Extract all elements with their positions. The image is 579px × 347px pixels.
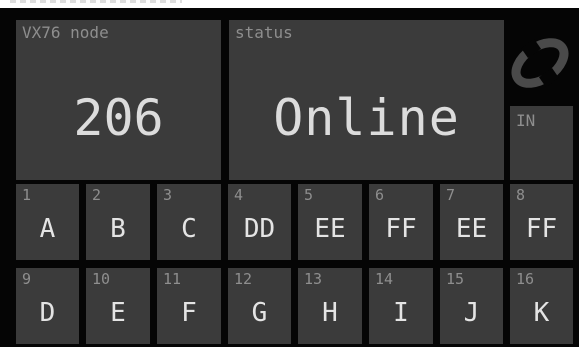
key-label: B [110,214,126,244]
key-label: K [533,298,550,328]
key-label: J [463,298,480,328]
key-number: 7 [446,186,456,204]
key-label: E [110,298,126,328]
indicator-tile: IN [510,106,573,180]
key-label: I [393,298,409,328]
status-value: Online [273,89,460,147]
key-button-1[interactable]: 1A [16,184,79,260]
status-tile: status Online [229,20,504,180]
key-number: 3 [163,186,173,204]
key-number: 12 [234,270,253,288]
key-button-12[interactable]: 12 G [228,268,291,344]
key-label: C [181,214,197,244]
indicator-caption: IN [516,111,536,130]
key-label: EE [314,214,346,244]
key-button-10[interactable]: 10 E [86,268,150,344]
key-label: FF [385,214,417,244]
key-label: A [39,214,56,244]
key-number: 9 [22,270,32,288]
key-button-13[interactable]: 13 H [298,268,362,344]
brand-swirl-icon [511,38,569,88]
top-strip [0,0,579,8]
key-button-8[interactable]: 8 FF [510,184,573,260]
key-button-14[interactable]: 14 I [369,268,433,344]
key-number: 2 [92,186,102,204]
key-button-7[interactable]: 7 EE [440,184,503,260]
key-number: 8 [516,186,526,204]
status-caption: status [235,23,293,42]
key-number: 15 [446,270,465,288]
key-label: DD [243,214,276,244]
node-value: 206 [73,89,164,147]
key-number: 1 [22,186,32,204]
control-panel: VX76 node 206 status Online IN 1 A 2 B 3 C 4 DD… [0,8,579,347]
key-button-16[interactable]: 16 K [510,268,573,344]
node-caption: VX76 node [22,23,109,42]
key-label: F [181,298,197,328]
cropped-header-remnant [10,0,182,3]
key-button-5[interactable]: 5 EE [298,184,362,260]
key-label: FF [525,214,558,244]
key-label: D [39,298,56,328]
key-number: 16 [516,270,535,288]
key-number: 14 [375,270,394,288]
key-number: 10 [92,270,111,288]
key-button-2[interactable]: 2B [86,184,150,260]
key-button-6[interactable]: 6 FF [369,184,433,260]
key-number: 5 [304,186,314,204]
key-label: G [251,298,268,328]
key-label: EE [455,214,488,244]
key-button-3[interactable]: 3C [157,184,221,260]
key-button-4[interactable]: 4 DD [228,184,291,260]
node-tile: VX76 node 206 [16,20,221,180]
key-number: 11 [163,270,182,288]
key-label: H [322,298,338,328]
key-button-15[interactable]: 15 J [440,268,503,344]
key-number: 13 [304,270,323,288]
key-number: 4 [234,186,244,204]
key-button-9[interactable]: 9D [16,268,79,344]
key-number: 6 [375,186,385,204]
key-button-11[interactable]: 11 F [157,268,221,344]
